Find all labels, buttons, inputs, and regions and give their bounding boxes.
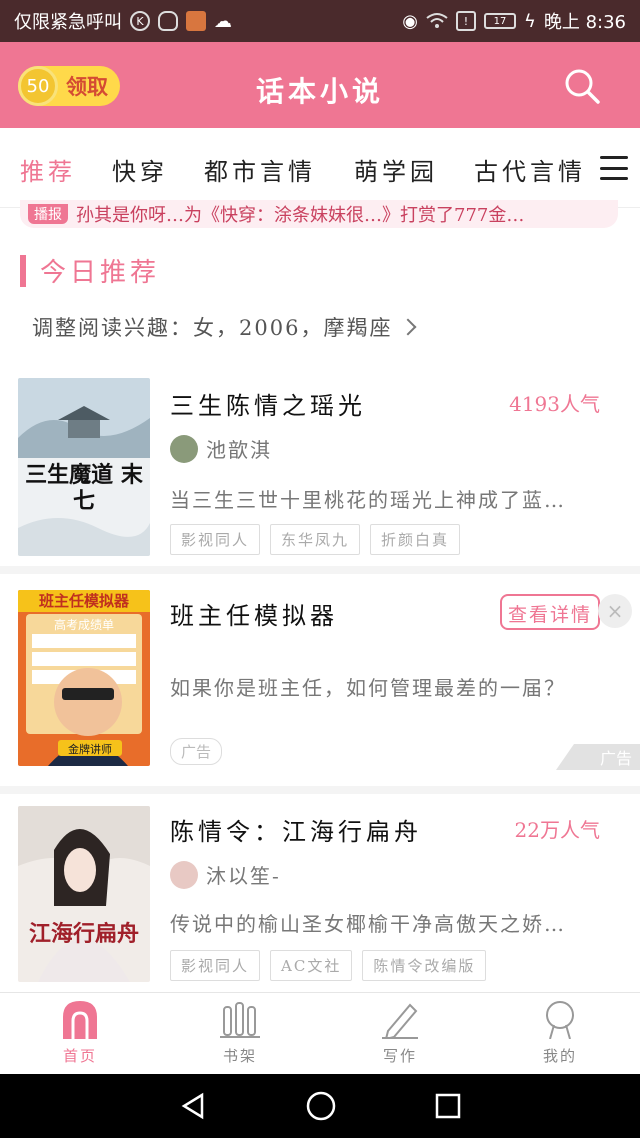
book-title: 三生陈情之瑶光 bbox=[170, 392, 366, 420]
category-tabs: 推荐 快穿 都市言情 萌学园 古代言情 bbox=[0, 128, 640, 208]
tag[interactable]: AC文社 bbox=[270, 950, 353, 981]
author[interactable]: 沐以笙- bbox=[170, 860, 281, 889]
book-card[interactable]: 江海行扁舟 陈情令：江海行扁舟 22万人气 沐以笙- 传说中的榆山圣女椰榆干净高… bbox=[0, 796, 640, 992]
ad-description: 如果你是班主任，如何管理最差的一届？ bbox=[170, 676, 566, 700]
k-app-icon: K bbox=[130, 11, 150, 31]
carrier-text: 仅限紧急呼叫 bbox=[14, 12, 122, 33]
divider bbox=[0, 786, 640, 794]
broadcast-text: 孙其是你呀…为《快穿：涂条妹妹很…》打赏了777金… bbox=[76, 205, 525, 226]
avatar bbox=[170, 860, 198, 889]
nav-label: 我的 bbox=[542, 1047, 577, 1065]
ad-label: 广告 bbox=[170, 738, 223, 765]
bottom-nav: 首页 书架 写作 我的 bbox=[0, 992, 640, 1074]
status-right: ◉ ! 17 ϟ 晚上 8:36 bbox=[402, 8, 626, 34]
battery-icon: 17 bbox=[483, 13, 516, 29]
ad-cover: 班主任模拟器 高考成绩单 金牌讲师 bbox=[18, 590, 150, 766]
app-header: 50 领取 话本小说 bbox=[0, 42, 640, 128]
cover-sub-text: 高考成绩单 bbox=[53, 618, 114, 632]
clock: 晚上 8:36 bbox=[543, 12, 626, 33]
close-icon[interactable]: × bbox=[598, 594, 632, 628]
nav-label: 书架 bbox=[222, 1047, 257, 1065]
home-button-icon[interactable] bbox=[305, 1090, 337, 1122]
profile-icon bbox=[546, 1001, 574, 1039]
bookshelf-icon bbox=[220, 1002, 260, 1038]
eye-icon: ◉ bbox=[402, 10, 418, 32]
wifi-icon bbox=[426, 13, 448, 28]
menu-icon[interactable] bbox=[600, 156, 628, 180]
cloud-icon: ☁ bbox=[214, 10, 232, 32]
tab-recommend[interactable]: 推荐 bbox=[20, 152, 76, 187]
author-name: 池歆淇 bbox=[206, 438, 272, 462]
view-details-button[interactable]: 查看详情 bbox=[499, 594, 600, 630]
ad-corner-badge: 广告 bbox=[556, 744, 640, 770]
chevron-right-icon bbox=[399, 318, 417, 336]
tag[interactable]: 折颜白真 bbox=[370, 524, 461, 555]
tab-urban-romance[interactable]: 都市言情 bbox=[204, 152, 316, 187]
status-bar: 仅限紧急呼叫 K ☁ ◉ ! 17 ϟ 晚上 8:36 bbox=[0, 0, 640, 42]
qq-icon bbox=[158, 11, 178, 31]
nav-home[interactable]: 首页 bbox=[0, 993, 160, 1074]
battery-level: 17 bbox=[493, 15, 507, 27]
home-icon bbox=[63, 1001, 97, 1039]
popularity-count: 22万人气 bbox=[514, 818, 600, 842]
popularity-count: 4193人气 bbox=[509, 392, 600, 416]
tag[interactable]: 东华凤九 bbox=[270, 524, 361, 555]
interest-text: 调整阅读兴趣：女，2006，摩羯座 bbox=[32, 316, 393, 340]
pen-icon bbox=[382, 1003, 418, 1039]
charging-icon: ϟ bbox=[523, 10, 536, 32]
cover-title-text: 江海行扁舟 bbox=[28, 921, 139, 947]
ad-corner-text: 广告 bbox=[599, 749, 632, 768]
nav-profile[interactable]: 我的 bbox=[480, 993, 640, 1074]
cover-title-text: 三生魔道 末七 bbox=[25, 462, 143, 514]
book-cover: 三生魔道 末七 bbox=[18, 378, 150, 556]
recents-icon[interactable] bbox=[434, 1092, 462, 1120]
system-nav-bar bbox=[0, 1074, 640, 1138]
back-icon[interactable] bbox=[178, 1091, 208, 1121]
book-title: 陈情令：江海行扁舟 bbox=[170, 818, 422, 846]
cover-banner-text: 班主任模拟器 bbox=[38, 592, 129, 610]
book-cover: 江海行扁舟 bbox=[18, 806, 150, 982]
tab-ancient-romance[interactable]: 古代言情 bbox=[474, 152, 586, 187]
gift-broadcast[interactable]: 播报 孙其是你呀…为《快穿：涂条妹妹很…》打赏了777金… bbox=[20, 200, 618, 228]
section-title: 今日推荐 bbox=[40, 258, 161, 288]
section-header: 今日推荐 bbox=[20, 252, 160, 289]
tab-quick-travel[interactable]: 快穿 bbox=[112, 152, 168, 187]
divider bbox=[0, 566, 640, 574]
book-card[interactable]: 三生魔道 末七 三生陈情之瑶光 4193人气 池歆淇 当三生三世十里桃花的瑶光上… bbox=[0, 378, 640, 564]
search-icon[interactable] bbox=[562, 66, 602, 106]
book-description: 传说中的榆山圣女椰榆干净高傲天之娇… bbox=[170, 912, 566, 936]
tag-list: 影视同人 AC文社 陈情令改编版 bbox=[170, 950, 487, 981]
nav-label: 写作 bbox=[382, 1047, 417, 1065]
cover-footer-text: 金牌讲师 bbox=[68, 743, 112, 756]
author[interactable]: 池歆淇 bbox=[170, 434, 272, 463]
status-left: 仅限紧急呼叫 K ☁ bbox=[14, 8, 232, 34]
author-name: 沐以笙- bbox=[206, 864, 281, 888]
nav-bookshelf[interactable]: 书架 bbox=[160, 993, 320, 1074]
broadcast-badge: 播报 bbox=[28, 204, 68, 224]
video-app-icon bbox=[186, 11, 206, 31]
ad-card[interactable]: 班主任模拟器 高考成绩单 金牌讲师 班主任模拟器 查看详情 × 如果你是班主任，… bbox=[0, 576, 640, 786]
nav-label: 首页 bbox=[62, 1047, 97, 1065]
nav-write[interactable]: 写作 bbox=[320, 993, 480, 1074]
avatar bbox=[170, 434, 198, 463]
tab-cute-academy[interactable]: 萌学园 bbox=[354, 152, 438, 187]
tag[interactable]: 影视同人 bbox=[170, 524, 261, 555]
alert-icon: ! bbox=[455, 11, 476, 31]
adjust-interest-link[interactable]: 调整阅读兴趣：女，2006，摩羯座 bbox=[32, 312, 417, 342]
section-accent-bar bbox=[20, 254, 26, 287]
book-description: 当三生三世十里桃花的瑶光上神成了蓝… bbox=[170, 488, 566, 512]
tag[interactable]: 陈情令改编版 bbox=[362, 950, 487, 981]
ad-title: 班主任模拟器 bbox=[170, 602, 338, 630]
tag-list: 影视同人 东华凤九 折颜白真 bbox=[170, 524, 461, 555]
tag[interactable]: 影视同人 bbox=[170, 950, 261, 981]
app-title: 话本小说 bbox=[255, 75, 384, 108]
